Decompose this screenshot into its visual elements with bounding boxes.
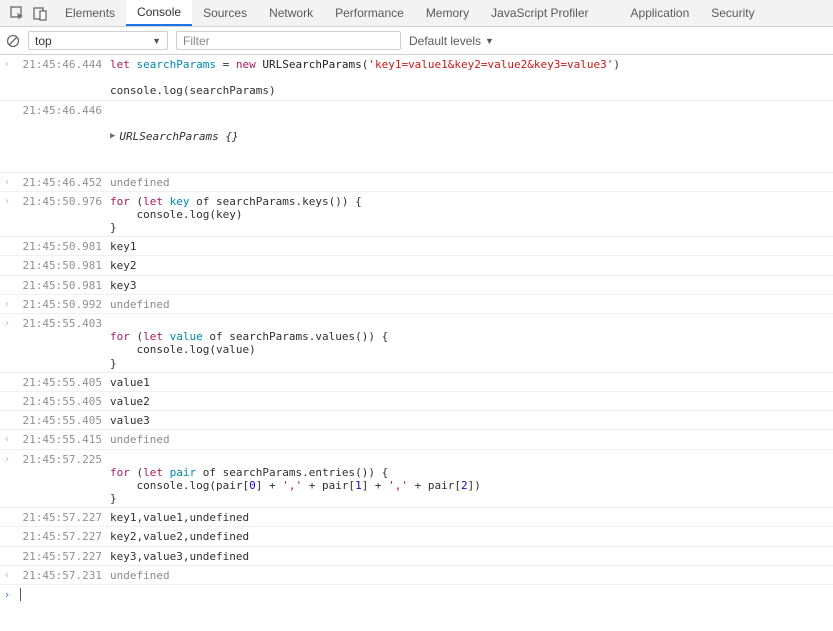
timestamp: 21:45:50.992 xyxy=(14,298,104,311)
log-level-selector[interactable]: Default levels ▼ xyxy=(409,34,494,48)
prompt-marker-icon: › xyxy=(0,588,14,605)
return-value: undefined xyxy=(104,433,833,446)
timestamp: 21:45:55.415 xyxy=(14,433,104,446)
input-marker-icon: › xyxy=(0,317,14,370)
code-input: for (let key of searchParams.keys()) { c… xyxy=(104,195,833,235)
code-input: for (let value of searchParams.values())… xyxy=(104,317,833,370)
console-row: › 21:45:50.976 for (let key of searchPar… xyxy=(0,192,833,238)
device-toggle-icon[interactable] xyxy=(33,6,48,21)
code-input: for (let pair of searchParams.entries())… xyxy=(104,453,833,506)
context-value: top xyxy=(35,34,52,48)
log-output: key2,value2,undefined xyxy=(104,530,833,543)
console-row: 21:45:57.227key3,value3,undefined xyxy=(0,547,833,566)
tab-network[interactable]: Network xyxy=(258,0,324,26)
chevron-down-icon: ▼ xyxy=(485,36,494,46)
timestamp: 21:45:50.981 xyxy=(14,259,104,272)
prompt-input[interactable] xyxy=(14,588,21,605)
console-output: › 21:45:46.444 let searchParams = new UR… xyxy=(0,55,833,605)
console-row: › 21:45:46.444 let searchParams = new UR… xyxy=(0,55,833,101)
tab-console[interactable]: Console xyxy=(126,0,192,26)
console-row: 21:45:50.981key2 xyxy=(0,256,833,275)
console-row: 21:45:50.981key1 xyxy=(0,237,833,256)
chevron-down-icon: ▼ xyxy=(152,36,161,46)
timestamp: 21:45:50.981 xyxy=(14,240,104,253)
devtools-tabbar: Elements Console Sources Network Perform… xyxy=(0,0,833,27)
log-output: key3,value3,undefined xyxy=(104,550,833,563)
console-prompt[interactable]: › xyxy=(0,585,833,605)
object-output[interactable]: ▶URLSearchParams {} xyxy=(104,104,833,170)
console-row: 21:45:57.227key2,value2,undefined xyxy=(0,527,833,546)
timestamp: 21:45:55.405 xyxy=(14,376,104,389)
log-output: value2 xyxy=(104,395,833,408)
filter-placeholder: Filter xyxy=(183,34,210,48)
console-row: ‹ 21:45:46.452 undefined xyxy=(0,173,833,192)
console-row: ‹21:45:50.992undefined xyxy=(0,295,833,314)
log-output: key1 xyxy=(104,240,833,253)
inspect-icon[interactable] xyxy=(10,6,25,21)
console-row: › 21:45:57.225 for (let pair of searchPa… xyxy=(0,450,833,509)
output-marker-icon: ‹ xyxy=(0,569,14,582)
tab-jsprofiler[interactable]: JavaScript Profiler xyxy=(480,0,599,26)
timestamp: 21:45:55.403 xyxy=(14,317,104,370)
input-marker-icon: › xyxy=(0,453,14,506)
tab-security[interactable]: Security xyxy=(700,0,765,26)
code-input: let searchParams = new URLSearchParams('… xyxy=(104,58,833,98)
timestamp: 21:45:55.405 xyxy=(14,414,104,427)
timestamp: 21:45:57.227 xyxy=(14,550,104,563)
timestamp: 21:45:55.405 xyxy=(14,395,104,408)
console-toolbar: top ▼ Filter Default levels ▼ xyxy=(0,27,833,55)
tab-performance[interactable]: Performance xyxy=(324,0,415,26)
console-row: 21:45:55.405value1 xyxy=(0,373,833,392)
input-marker-icon: › xyxy=(0,58,14,98)
timestamp: 21:45:57.231 xyxy=(14,569,104,582)
console-row: ‹21:45:57.231undefined xyxy=(0,566,833,585)
timestamp: 21:45:57.227 xyxy=(14,511,104,524)
return-value: undefined xyxy=(104,176,833,189)
output-marker-icon: ‹ xyxy=(0,433,14,446)
timestamp: 21:45:50.981 xyxy=(14,279,104,292)
console-row: 21:45:50.981key3 xyxy=(0,276,833,295)
timestamp: 21:45:46.452 xyxy=(14,176,104,189)
console-row: › 21:45:55.403 for (let value of searchP… xyxy=(0,314,833,373)
timestamp: 21:45:57.225 xyxy=(14,453,104,506)
console-row: 21:45:55.405value3 xyxy=(0,411,833,430)
clear-console-icon[interactable] xyxy=(6,34,20,48)
console-row: 21:45:55.405value2 xyxy=(0,392,833,411)
console-row: 21:45:57.227key1,value1,undefined xyxy=(0,508,833,527)
console-row: 21:45:46.446 ▶URLSearchParams {} xyxy=(0,101,833,173)
tab-application[interactable]: Application xyxy=(620,0,701,26)
return-value: undefined xyxy=(104,569,833,582)
log-output: key2 xyxy=(104,259,833,272)
timestamp: 21:45:57.227 xyxy=(14,530,104,543)
log-output: value3 xyxy=(104,414,833,427)
context-selector[interactable]: top ▼ xyxy=(28,31,168,50)
timestamp: 21:45:46.444 xyxy=(14,58,104,98)
return-value: undefined xyxy=(104,298,833,311)
filter-input[interactable]: Filter xyxy=(176,31,401,50)
console-row: ‹21:45:55.415undefined xyxy=(0,430,833,449)
tab-memory[interactable]: Memory xyxy=(415,0,480,26)
tab-elements[interactable]: Elements xyxy=(54,0,126,26)
input-marker-icon: › xyxy=(0,195,14,235)
log-output: value1 xyxy=(104,376,833,389)
output-marker-icon: ‹ xyxy=(0,176,14,189)
levels-label: Default levels xyxy=(409,34,481,48)
expand-triangle-icon[interactable]: ▶ xyxy=(110,131,115,142)
timestamp: 21:45:50.976 xyxy=(14,195,104,235)
log-output: key3 xyxy=(104,279,833,292)
log-output: key1,value1,undefined xyxy=(104,511,833,524)
timestamp: 21:45:46.446 xyxy=(14,104,104,170)
tab-sources[interactable]: Sources xyxy=(192,0,258,26)
output-marker-icon: ‹ xyxy=(0,298,14,311)
toolbar-left-icons xyxy=(4,6,54,21)
